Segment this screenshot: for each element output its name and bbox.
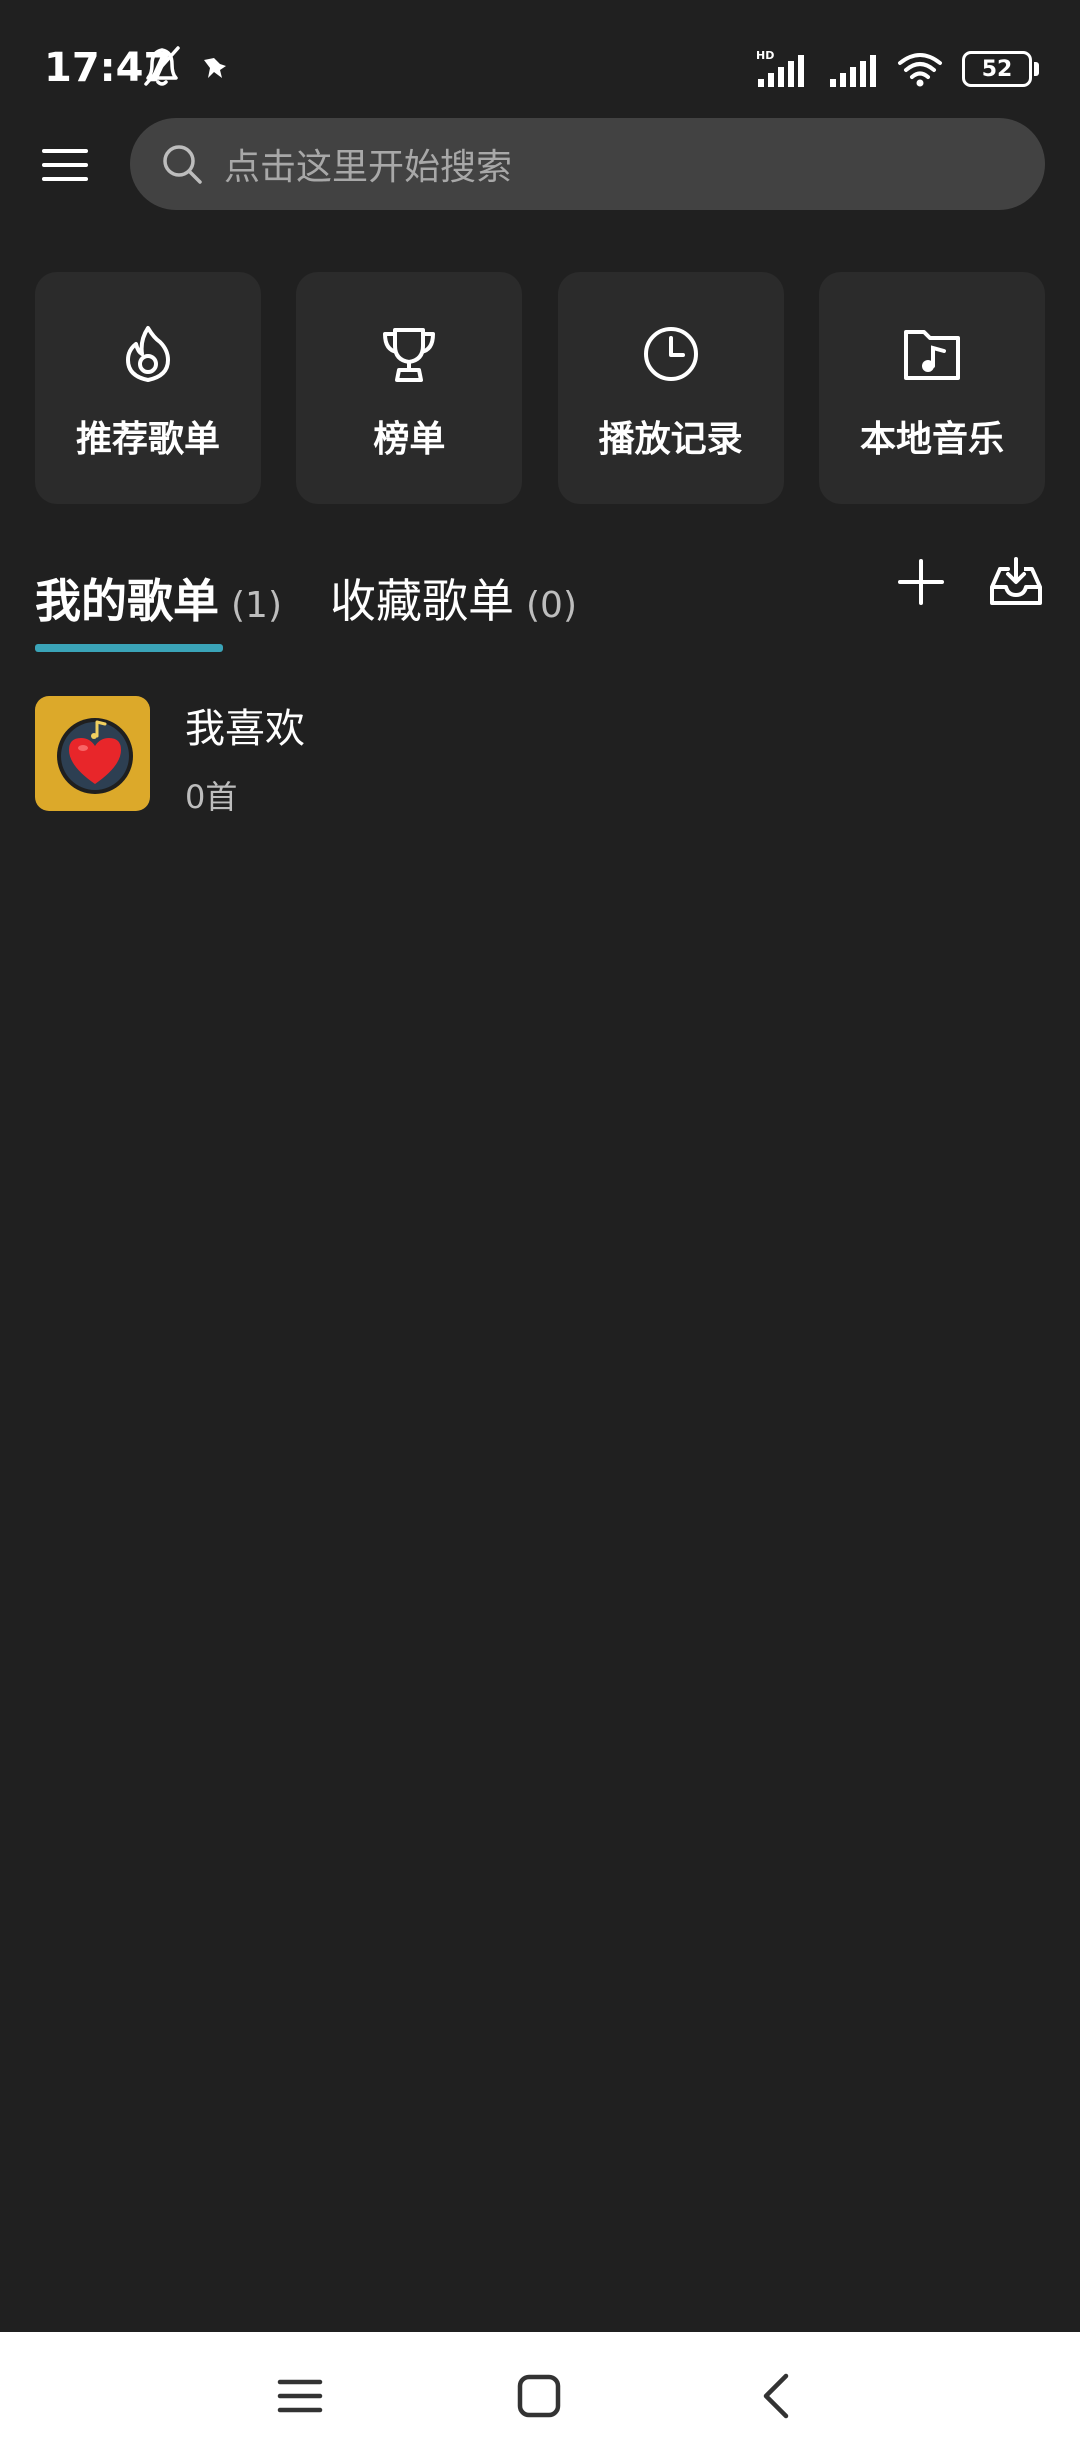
recent-apps-icon[interactable] xyxy=(272,2368,328,2424)
card-label: 榜单 xyxy=(373,419,446,460)
tab-count: (0) xyxy=(526,585,577,626)
search-icon xyxy=(163,145,202,184)
card-recommended-playlists[interactable]: 推荐歌单 xyxy=(35,272,261,504)
wifi-icon xyxy=(898,53,942,87)
quick-actions: 推荐歌单 榜单 播放记录 本地音乐 xyxy=(35,272,1045,504)
tab-indicator xyxy=(35,644,223,652)
cellular-signal-hd-icon: HD xyxy=(756,49,804,87)
app-screen: 17:47 HD 52 点击这里开始搜索 推荐歌单 榜单 播放记录 本地音乐 我… xyxy=(0,0,1080,2460)
search-placeholder: 点击这里开始搜索 xyxy=(224,147,513,188)
status-right-icons: HD 52 xyxy=(754,44,1039,94)
card-charts[interactable]: 榜单 xyxy=(296,272,523,504)
vinyl-heart-icon xyxy=(57,718,133,794)
playlist-title: 我喜欢 xyxy=(185,706,305,752)
status-bar: 17:47 HD 52 xyxy=(0,0,1080,130)
tab-count: (1) xyxy=(231,585,282,626)
trophy-icon xyxy=(383,328,436,382)
tab-label: 我的歌单 xyxy=(35,574,219,628)
card-label: 播放记录 xyxy=(598,419,743,460)
search-box[interactable]: 点击这里开始搜索 xyxy=(130,118,1045,210)
tab-favorite-playlists[interactable]: 收藏歌单 (0) xyxy=(330,565,577,631)
app-notification-icon xyxy=(204,58,226,78)
playlist-cover xyxy=(35,696,150,811)
tab-label: 收藏歌单 xyxy=(330,574,514,628)
tab-my-playlists[interactable]: 我的歌单 (1) xyxy=(35,565,282,631)
playlist-item-favorites[interactable]: 我喜欢 0首 xyxy=(35,696,1045,816)
music-folder-icon xyxy=(903,330,960,380)
card-label: 本地音乐 xyxy=(859,419,1004,460)
flame-icon xyxy=(126,326,170,382)
playlist-song-count: 0首 xyxy=(185,778,238,816)
card-local-music[interactable]: 本地音乐 xyxy=(818,272,1045,504)
battery-indicator: 52 xyxy=(962,51,1039,87)
add-playlist-button[interactable] xyxy=(896,557,946,607)
back-icon[interactable] xyxy=(750,2368,806,2424)
system-navigation-bar xyxy=(0,2332,1080,2460)
clock-icon xyxy=(643,327,698,381)
import-playlist-button[interactable] xyxy=(988,555,1044,611)
home-icon[interactable] xyxy=(511,2368,567,2424)
card-play-history[interactable]: 播放记录 xyxy=(557,272,784,504)
svg-text:HD: HD xyxy=(756,49,774,62)
cellular-signal-icon xyxy=(830,55,876,87)
card-label: 推荐歌单 xyxy=(75,419,220,460)
menu-button[interactable] xyxy=(40,140,90,190)
hamburger-menu-icon xyxy=(42,149,88,181)
